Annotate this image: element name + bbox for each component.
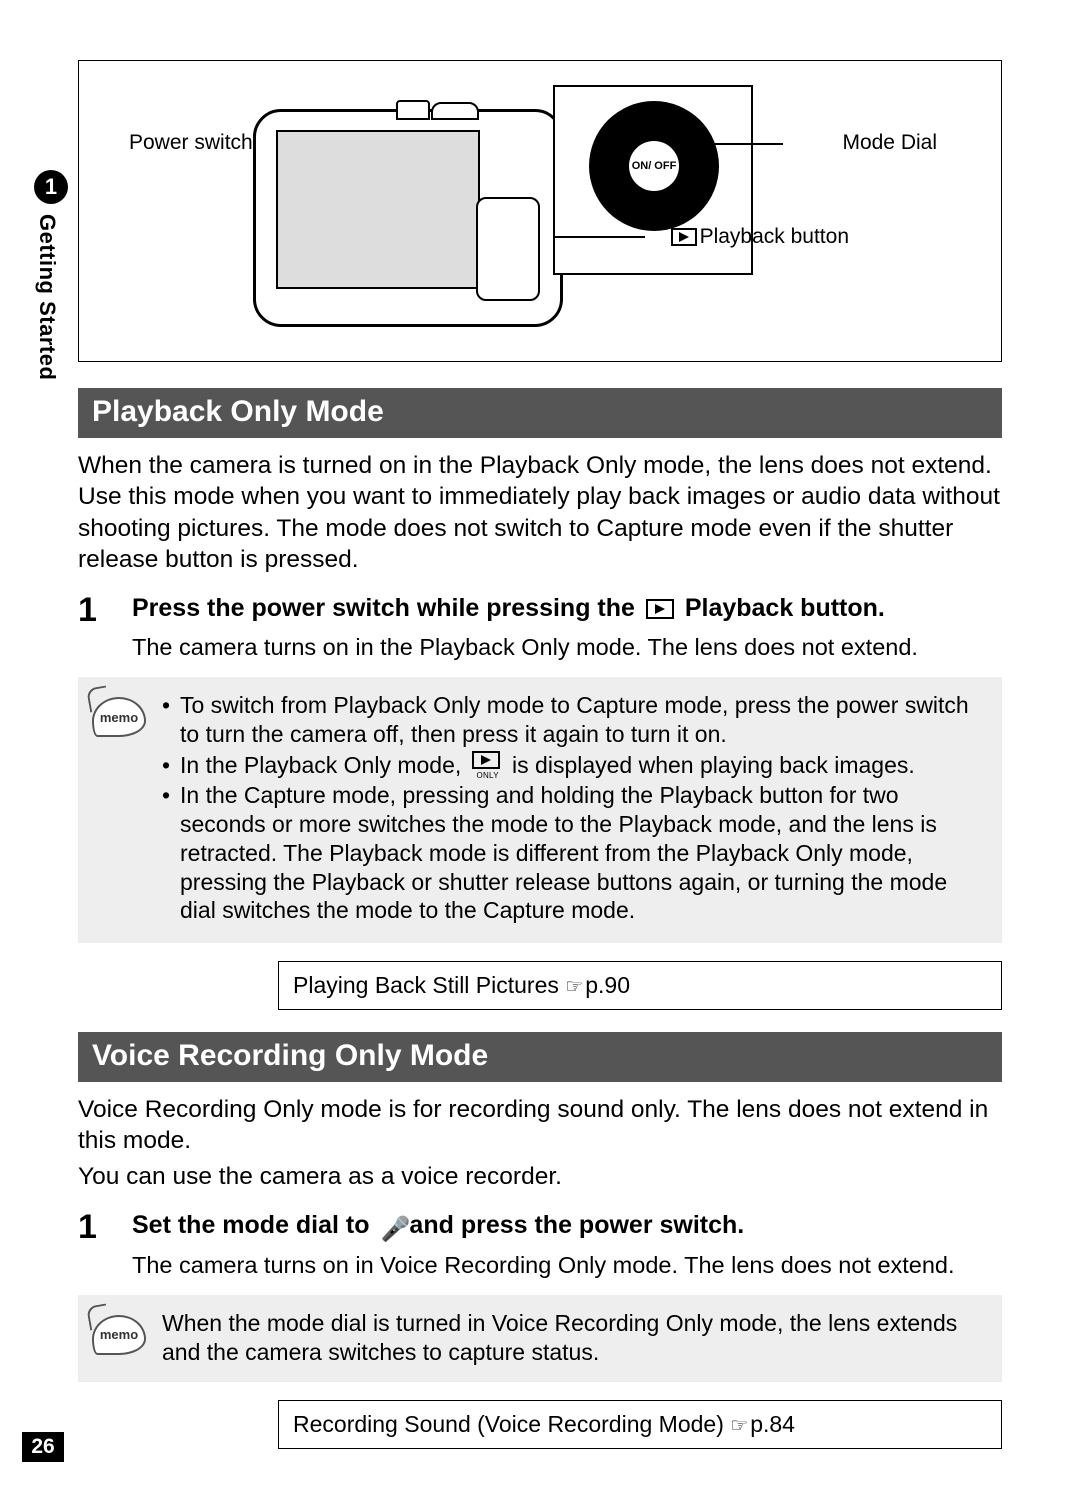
memo-body: To switch from Playback Only mode to Cap… [162, 691, 984, 927]
step-title: Press the power switch while pressing th… [132, 593, 885, 627]
playback-icon [646, 599, 674, 619]
step-title-part-a: Set the mode dial to [132, 1211, 376, 1239]
leader-line [683, 143, 783, 145]
cross-reference-text: Playing Back Still Pictures [293, 972, 565, 998]
cross-reference-box: Recording Sound (Voice Recording Mode) ☞… [278, 1400, 1002, 1449]
section-header-voice: Voice Recording Only Mode [78, 1032, 1002, 1082]
step-description: The camera turns on in the Playback Only… [132, 633, 1002, 663]
microphone-icon: 🎤 [380, 1215, 398, 1245]
playback-step-1: 1 Press the power switch while pressing … [78, 593, 1002, 627]
memo-icon: memo [92, 1315, 152, 1355]
memo-item: In the Capture mode, pressing and holdin… [162, 781, 984, 925]
playback-only-icon: ONLY [472, 751, 502, 779]
page-ref-icon: ☞ [565, 974, 583, 999]
playback-button-label: Playback button [671, 225, 849, 249]
memo-body: When the mode dial is turned in Voice Re… [162, 1309, 984, 1367]
manual-page: 1 Getting Started Power switch OK ON/ OF… [0, 0, 1080, 1486]
memo-block-playback: memo To switch from Playback Only mode t… [78, 677, 1002, 943]
camera-diagram: Power switch OK ON/ OFF Mode Dial Playba… [103, 81, 977, 339]
voice-intro-text-2: You can use the camera as a voice record… [78, 1161, 1002, 1192]
mode-dial-center-label: ON/ OFF [629, 141, 679, 191]
leader-line [555, 236, 645, 238]
camera-illustration: OK [253, 109, 563, 327]
step-title-part-b: Playback button. [678, 594, 885, 622]
memo-item: To switch from Playback Only mode to Cap… [162, 691, 984, 749]
page-ref-icon: ☞ [730, 1413, 748, 1438]
ok-button-icon: OK [492, 262, 528, 298]
memo-item: In the Playback Only mode, ONLY is displ… [162, 751, 984, 780]
memo-icon: memo [92, 697, 152, 737]
step-title-part-b: and press the power switch. [402, 1211, 744, 1239]
chapter-number-badge: 1 [34, 170, 68, 204]
step-description: The camera turns on in Voice Recording O… [132, 1251, 1002, 1281]
cross-reference-page: p.90 [585, 972, 630, 998]
playback-icon [671, 228, 697, 246]
memo-text-a: In the Playback Only mode, [180, 752, 468, 778]
step-number: 1 [78, 593, 132, 627]
step-title: Set the mode dial to 🎤 and press the pow… [132, 1210, 744, 1245]
section-header-playback: Playback Only Mode [78, 388, 1002, 438]
only-label: ONLY [472, 771, 504, 781]
page-number: 26 [22, 1432, 64, 1462]
step-number: 1 [78, 1210, 132, 1245]
camera-diagram-box: Power switch OK ON/ OFF Mode Dial Playba… [78, 60, 1002, 362]
memo-block-voice: memo When the mode dial is turned in Voi… [78, 1295, 1002, 1383]
mode-dial-label: Mode Dial [842, 131, 937, 155]
cross-reference-page: p.84 [750, 1411, 795, 1437]
power-switch-icon [396, 100, 430, 120]
playback-button-label-text: Playback button [700, 225, 849, 248]
voice-intro-text-1: Voice Recording Only mode is for recordi… [78, 1094, 1002, 1157]
power-switch-label: Power switch [129, 131, 253, 155]
playback-intro-text: When the camera is turned on in the Play… [78, 450, 1002, 575]
mode-dial-icon: ON/ OFF [589, 101, 719, 231]
cross-reference-box: Playing Back Still Pictures ☞p.90 [278, 961, 1002, 1010]
chapter-tab: 1 Getting Started [34, 170, 68, 380]
cross-reference-text: Recording Sound (Voice Recording Mode) [293, 1411, 730, 1437]
memo-text-b: is displayed when playing back images. [506, 752, 915, 778]
step-title-part-a: Press the power switch while pressing th… [132, 594, 642, 622]
chapter-title: Getting Started [34, 214, 60, 380]
voice-step-1: 1 Set the mode dial to 🎤 and press the p… [78, 1210, 1002, 1245]
shutter-icon [431, 102, 479, 120]
